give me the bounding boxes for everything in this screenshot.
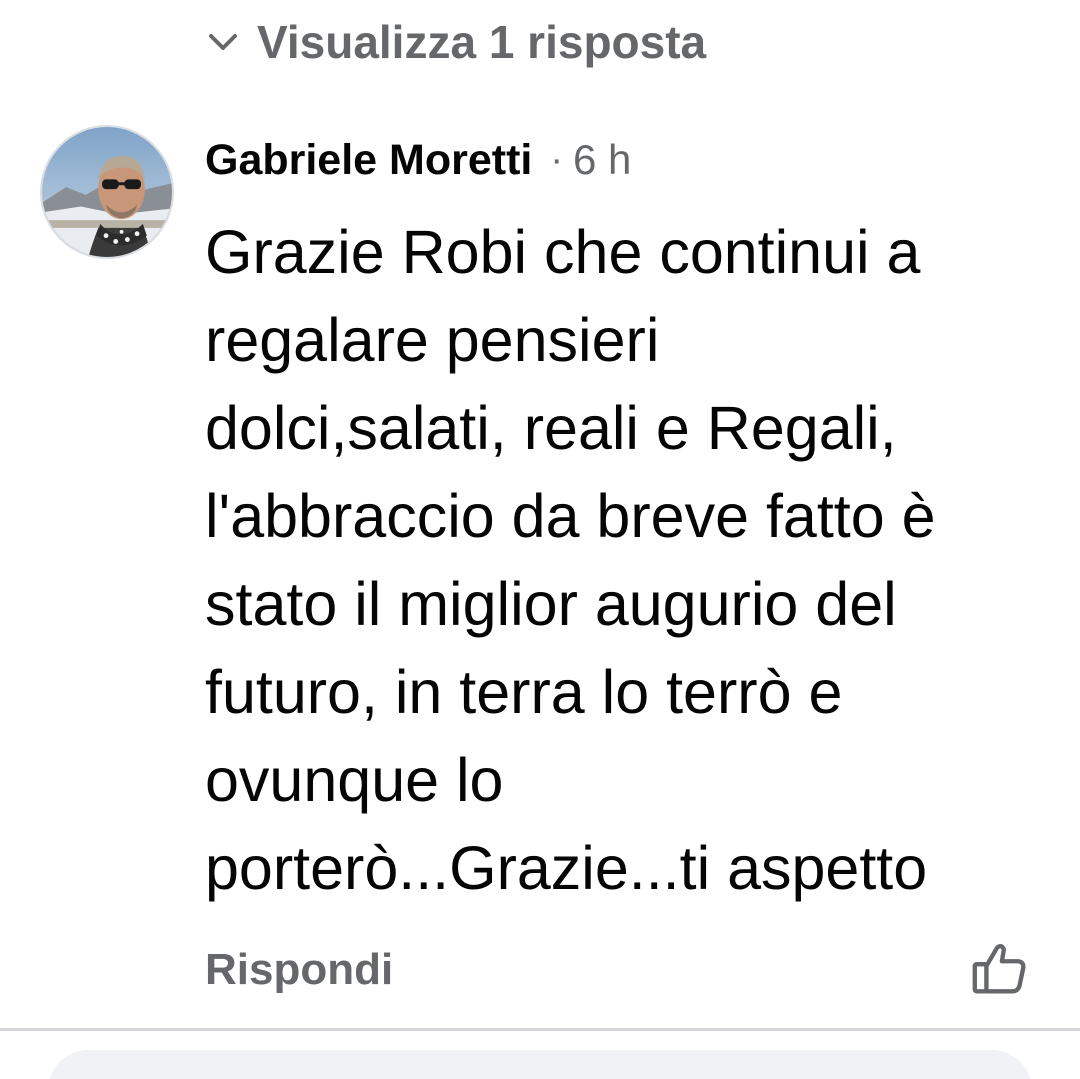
- comment-line: futuro, in terra lo terrò e: [205, 658, 843, 726]
- comment-line: stato il miglior augurio del: [205, 570, 897, 638]
- comment-line: porterò...Grazie...ti aspetto: [205, 834, 928, 902]
- comment-line: regalare pensieri: [205, 306, 660, 374]
- comment-line: ovunque lo: [205, 746, 504, 814]
- reply-label: Rispondi: [205, 945, 394, 994]
- view-replies-label: Visualizza 1 risposta: [257, 16, 707, 68]
- comment-line: dolci,salati, reali e Regali,: [205, 394, 897, 462]
- comment-timestamp[interactable]: 6 h: [573, 136, 631, 184]
- avatar[interactable]: [40, 125, 174, 259]
- author-name[interactable]: Gabriele Moretti: [205, 136, 532, 185]
- reply-button[interactable]: Rispondi: [205, 940, 393, 1000]
- divider: [0, 1028, 1080, 1031]
- comment-body: Grazie Robi che continui a regalare pens…: [205, 208, 1055, 912]
- comment-header: Gabriele Moretti · 6 h: [205, 130, 631, 190]
- chevron-down-icon: [209, 34, 237, 50]
- comment-thread: Visualizza 1 risposta Gabriele Moretti ·…: [0, 0, 1080, 1079]
- comment-line: l'abbraccio da breve fatto è: [205, 482, 936, 550]
- thumbs-up-icon: [972, 943, 1026, 994]
- like-button[interactable]: [968, 938, 1030, 1000]
- comment-line: Grazie Robi che continui a: [205, 218, 921, 286]
- user-avatar: [42, 127, 172, 257]
- view-replies-button[interactable]: Visualizza 1 risposta: [205, 10, 706, 74]
- separator-dot: ·: [550, 138, 564, 181]
- comment-composer[interactable]: [48, 1050, 1032, 1079]
